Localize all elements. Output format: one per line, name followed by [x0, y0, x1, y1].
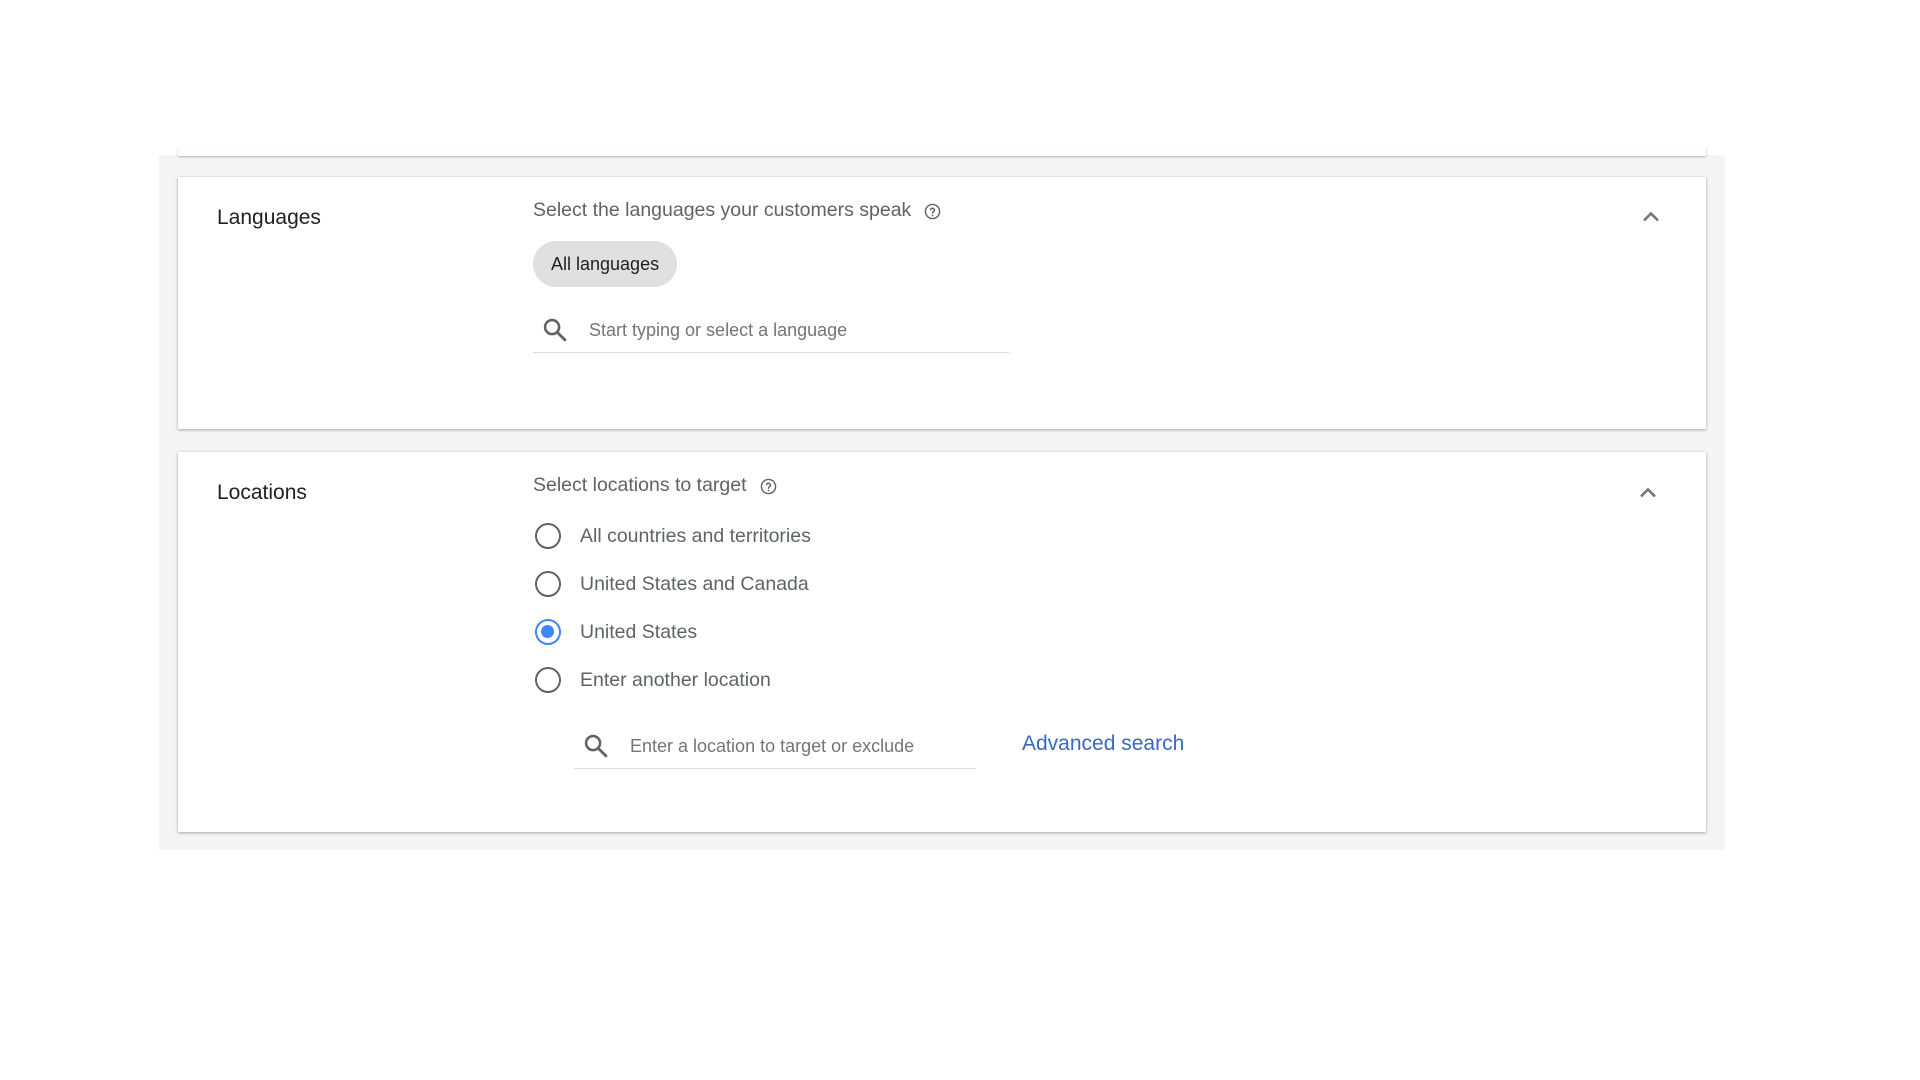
location-option-another-location[interactable]: Enter another location [535, 656, 811, 704]
radio-label: United States and Canada [580, 572, 809, 595]
location-options: All countries and territories United Sta… [535, 512, 811, 704]
location-option-united-states[interactable]: United States [535, 608, 811, 656]
previous-card-edge [178, 148, 1706, 156]
languages-card: Languages Select the languages your cust… [178, 177, 1706, 429]
location-option-us-and-canada[interactable]: United States and Canada [535, 560, 811, 608]
all-languages-chip[interactable]: All languages [533, 241, 678, 287]
radio-label: United States [580, 620, 698, 643]
location-search-field[interactable] [574, 724, 976, 769]
language-search-field[interactable] [533, 308, 1009, 353]
chip-label: All languages [551, 253, 660, 274]
collapse-languages-button[interactable] [1637, 203, 1665, 231]
search-icon [582, 732, 610, 760]
help-circle-icon[interactable] [760, 477, 777, 494]
help-circle-icon[interactable] [924, 202, 941, 219]
radio-button[interactable] [535, 667, 561, 693]
language-search-input[interactable] [589, 319, 1009, 341]
locations-subtitle: Select locations to target [533, 473, 777, 497]
search-icon [541, 316, 569, 344]
locations-subtitle-text: Select locations to target [533, 474, 747, 496]
radio-button-selected[interactable] [535, 619, 561, 645]
radio-button[interactable] [535, 523, 561, 549]
languages-subtitle: Select the languages your customers spea… [533, 198, 941, 222]
radio-button[interactable] [535, 571, 561, 597]
locations-card: Locations Select locations to target All… [178, 452, 1706, 832]
languages-subtitle-text: Select the languages your customers spea… [533, 199, 912, 221]
location-search-input[interactable] [630, 735, 976, 757]
collapse-locations-button[interactable] [1634, 479, 1662, 507]
chevron-up-icon [1643, 211, 1659, 222]
advanced-search-link[interactable]: Advanced search [1022, 732, 1184, 756]
chevron-up-icon [1640, 487, 1656, 498]
location-option-all-countries[interactable]: All countries and territories [535, 512, 811, 560]
radio-label: All countries and territories [580, 524, 811, 547]
languages-title: Languages [217, 206, 321, 229]
locations-title: Locations [217, 481, 307, 504]
radio-label: Enter another location [580, 668, 771, 691]
